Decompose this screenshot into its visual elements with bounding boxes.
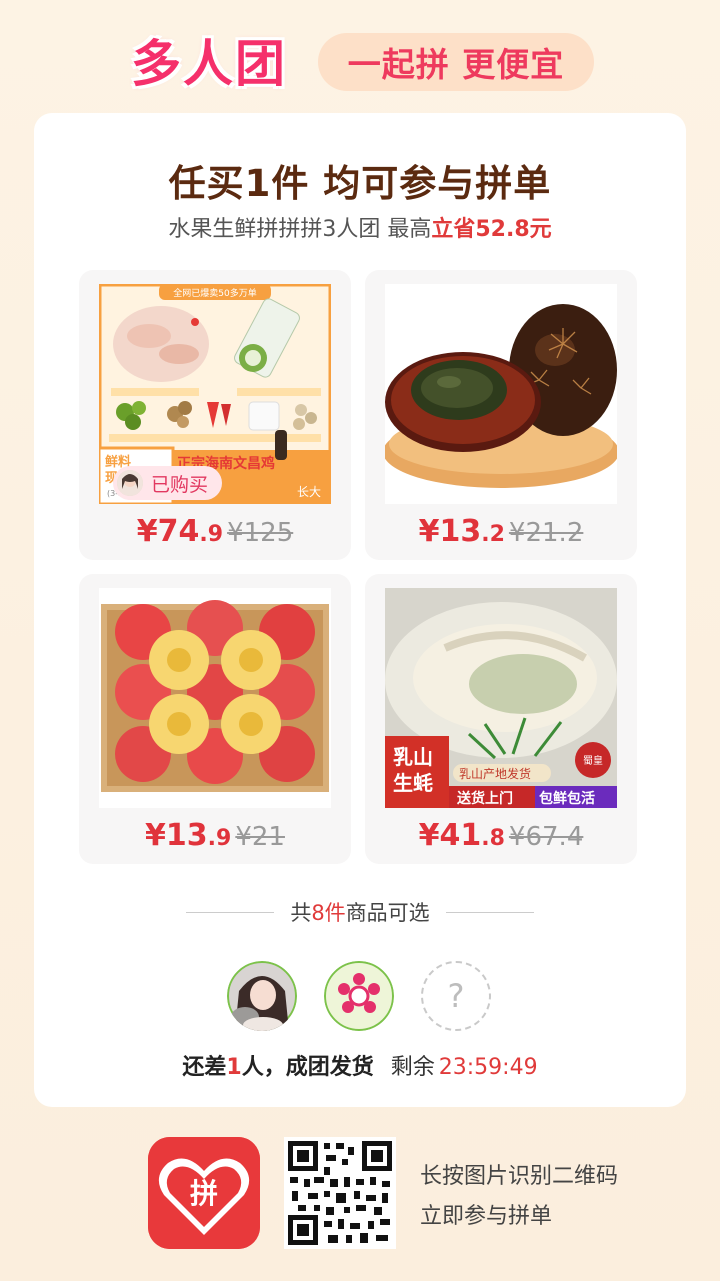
- current-price-int: ¥13: [418, 514, 482, 549]
- status-num: 1: [226, 1055, 242, 1080]
- subline: 水果生鲜拼拼拼3人团 最高立省52.8元: [34, 211, 686, 243]
- current-price-dec: .8: [481, 826, 505, 851]
- bought-badge: 已购买: [113, 466, 223, 500]
- original-price: ¥67.4: [508, 822, 584, 852]
- original-price: ¥21.2: [508, 518, 584, 548]
- current-price: ¥74.9: [137, 514, 223, 549]
- buyer-avatar: [117, 470, 143, 496]
- price-row: ¥13.9 ¥21: [79, 818, 351, 853]
- status-b: 人，成团发货: [241, 1055, 374, 1080]
- product-count-text: 共8件商品可选: [290, 897, 429, 927]
- count-suffix: 商品可选: [345, 901, 430, 925]
- count-prefix: 共: [290, 901, 312, 925]
- apple-grid: [115, 600, 315, 784]
- price-row: ¥74.9 ¥125: [79, 514, 351, 549]
- current-price-int: ¥41: [418, 818, 482, 853]
- product-card-oyster[interactable]: 乳山 生蚝 乳山产地发货 蜀皇 送货上门 包鲜包活 ¥41.8 ¥67.4: [365, 574, 637, 864]
- group-buy-card: 任买1件 均可参与拼单 水果生鲜拼拼拼3人团 最高立省52.8元 全网已爆卖50…: [34, 113, 686, 1107]
- product-card-apple[interactable]: ¥13.9 ¥21: [79, 574, 351, 864]
- group-status: 还差1人，成团发货 剩余 23:59:49: [34, 1049, 686, 1081]
- current-price-int: ¥74: [136, 514, 200, 549]
- bought-label: 已购买: [151, 473, 209, 496]
- scan-hint: 长按图片识别二维码 立即参与拼单: [420, 1157, 618, 1237]
- current-price-dec: .9: [207, 826, 232, 851]
- price-row: ¥13.2 ¥21.2: [365, 514, 637, 549]
- slogan-pill: 一起拼 更便宜: [318, 33, 594, 91]
- app-logo-text: 拼: [190, 1177, 218, 1210]
- member-avatar-1: [227, 961, 297, 1031]
- remaining-label: 剩余: [390, 1055, 435, 1080]
- headline: 任买1件 均可参与拼单: [168, 162, 552, 205]
- banner-text: 全网已爆卖50多万单: [173, 287, 256, 299]
- qr-code[interactable]: [284, 1137, 396, 1249]
- app-logo-icon: 拼: [148, 1137, 260, 1249]
- current-price: ¥13.9: [145, 818, 231, 853]
- current-price-dec: .9: [199, 522, 224, 547]
- empty-slot-avatar[interactable]: ?: [421, 961, 491, 1031]
- product-card-chicken[interactable]: 全网已爆卖50多万单 鲜料 现杀 (3-5人: [79, 270, 351, 560]
- product-image-apple[interactable]: [99, 588, 331, 808]
- original-price: ¥21: [235, 822, 285, 852]
- product-image-oyster[interactable]: 乳山 生蚝 乳山产地发货 蜀皇 送货上门 包鲜包活: [385, 588, 617, 808]
- product-card-century-egg[interactable]: ¥13.2 ¥21.2: [365, 270, 637, 560]
- product-image-century-egg[interactable]: [385, 284, 617, 504]
- member-avatar-2: [324, 961, 394, 1031]
- oyster-corner: 蜀皇: [583, 754, 603, 767]
- hint-line-2: 立即参与拼单: [420, 1204, 553, 1229]
- hint-line-1: 长按图片识别二维码: [420, 1164, 619, 1189]
- bottom-right-text: 长大: [297, 485, 321, 499]
- current-price: ¥13.2: [419, 514, 505, 549]
- divider-line-right: [445, 911, 534, 913]
- current-price-int: ¥13: [145, 818, 208, 853]
- current-price: ¥41.8: [419, 818, 505, 853]
- product-count-divider: 共8件商品可选: [34, 897, 686, 927]
- oyster-badge-line-1: 乳山: [393, 745, 433, 769]
- subline-text: 水果生鲜拼拼拼3人团 最高: [168, 217, 432, 242]
- oyster-bar-right: 包鲜包活: [539, 790, 595, 807]
- group-buy-logo: 多人团: [131, 35, 287, 93]
- oyster-ribbon: 乳山产地发货: [459, 766, 531, 781]
- count-value: 8件: [311, 901, 346, 925]
- original-price: ¥125: [227, 518, 294, 548]
- header: 多人团 一起拼 更便宜: [0, 0, 720, 110]
- oyster-bar-left: 送货上门: [456, 790, 513, 807]
- savings-highlight: 立省52.8元: [431, 217, 552, 242]
- price-row: ¥41.8 ¥67.4: [365, 818, 637, 853]
- divider-line-left: [186, 911, 275, 913]
- status-a: 还差: [182, 1055, 227, 1080]
- oyster-badge-line-2: 生蚝: [393, 771, 433, 795]
- countdown-timer: 23:59:49: [438, 1055, 538, 1080]
- question-mark-icon: ?: [447, 977, 465, 1015]
- current-price-dec: .2: [481, 522, 505, 547]
